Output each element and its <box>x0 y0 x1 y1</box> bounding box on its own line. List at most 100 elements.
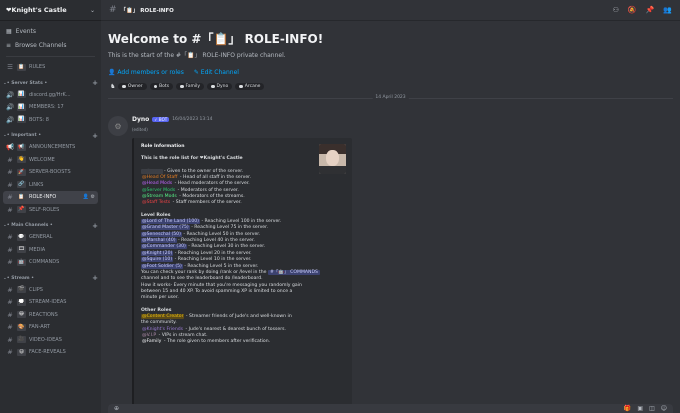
hash-icon: # <box>7 193 13 202</box>
channel-name: SELF-ROLES <box>29 206 60 213</box>
emoji-icon[interactable]: ☺ <box>661 405 667 412</box>
role-mention[interactable]: @Head Mods <box>141 181 173 186</box>
channel-1-3[interactable]: # 🔗 LINKS <box>0 179 101 192</box>
channel-top-0[interactable]: ☰ 📋 RULES <box>0 61 101 74</box>
add-channel-icon[interactable]: + <box>92 222 98 230</box>
gift-icon[interactable]: 🎁 <box>624 405 631 412</box>
edit-channel-button[interactable]: ✎ Edit Channel <box>194 69 239 76</box>
role-mention[interactable]: @Content Creator <box>141 313 185 319</box>
channel-3-1[interactable]: # 💭 STREAM-IDEAS <box>0 296 101 309</box>
channel-3-5[interactable]: # 😃 FACE-REVEALS <box>0 346 101 359</box>
role-mention[interactable]: @Foot Soldier (5) <box>141 263 183 269</box>
channel-1-2[interactable]: # 🚀 SERVER-BOOSTS <box>0 166 101 179</box>
role-description: - Jude's nearest & dearest bunch of toss… <box>184 326 286 332</box>
add-members-button[interactable]: 👤 Add members or roles <box>108 69 184 76</box>
channel-emoji-icon: 📋 <box>17 193 26 201</box>
channel-0-0[interactable]: 🔊 📊 discord.gg/HrK... <box>0 89 101 102</box>
channel-emoji-icon: 📋 <box>17 63 26 71</box>
member-list-icon[interactable]: 👥 <box>663 6 672 14</box>
channel-2-0[interactable]: # 💬 GENERAL <box>0 231 101 244</box>
channel-1-4[interactable]: # 📋 ROLE-INFO 👤 ⚙ <box>3 191 98 204</box>
message-composer[interactable]: ⊕ 🎁 ▣ ◫ ☺ <box>108 404 673 413</box>
gear-icon[interactable]: ⚙ <box>91 194 95 200</box>
channel-3-2[interactable]: # 😂 REACTIONS <box>0 309 101 322</box>
role-mention[interactable]: @Seneschal (50) <box>141 231 182 237</box>
server-name: ❤Knight's Castle <box>6 6 67 14</box>
channel-emoji-icon: 🚀 <box>17 168 26 176</box>
channel-3-0[interactable]: # 🎬 CLIPS <box>0 284 101 297</box>
gif-icon[interactable]: ▣ <box>637 405 643 412</box>
message-header: Dyno ✓ BOT 16/04/2023 13:14 <box>132 116 213 123</box>
role-mention[interactable]: @Knight (20) <box>141 250 174 256</box>
channel-0-2[interactable]: 🔊 📊 BOTS: 8 <box>0 114 101 127</box>
pin-icon[interactable]: 📌 <box>646 6 655 14</box>
role-pill[interactable]: Bots <box>149 83 174 90</box>
channel-1-0[interactable]: 📢 📢 ANNOUNCEMENTS <box>0 141 101 154</box>
add-member-icon[interactable]: 👤 <box>83 194 89 200</box>
category-header[interactable]: ⌄ • Important • + <box>0 130 101 141</box>
add-channel-icon[interactable]: + <box>92 79 98 87</box>
channel-1-5[interactable]: # 📌 SELF-ROLES <box>0 204 101 217</box>
role-mention[interactable]: @Head Of Staff <box>141 175 178 180</box>
category-header[interactable]: ⌄ • Main Channels • + <box>0 220 101 231</box>
channel-2-2[interactable]: # 🤖 COMMANDS <box>0 256 101 269</box>
channel-2-1[interactable]: # 🎞 MEDIA <box>0 244 101 257</box>
role-pill[interactable]: Owner <box>118 83 147 90</box>
role-mention[interactable]: @V.I.P <box>141 333 157 338</box>
hash-icon: # <box>7 310 13 319</box>
chat-area: # 「📋」 ROLE-INFO ⚇ 🔕 📌 👥 Welcome to #「📋」 … <box>101 0 680 413</box>
role-pill[interactable]: Arcane <box>235 83 265 90</box>
category-header[interactable]: ⌄ • Stream • + <box>0 273 101 284</box>
channel-list: ☰ 📋 RULES ⌄ • Server Stats • + 🔊 📊 discord.gg/H… <box>0 61 101 359</box>
channel-3-4[interactable]: # 🎥 VIDEO-IDEAS <box>0 334 101 347</box>
role-description: - Streamer friends of Jude's and well-kn… <box>184 313 292 319</box>
channel-emoji-icon: 📊 <box>17 103 26 111</box>
avatar[interactable]: ⚙ <box>108 116 128 136</box>
role-description: - Reaching Level 30 in the server. <box>186 244 266 250</box>
add-attachment-icon[interactable]: ⊕ <box>114 405 119 412</box>
commands-channel-mention[interactable]: #「🤖」 COMMANDS <box>267 269 320 275</box>
role-description: - Head moderators of the server. <box>173 181 250 187</box>
role-pill[interactable]: Dyno <box>207 83 233 90</box>
role-mention[interactable]: @Knight's Friends <box>141 327 184 332</box>
role-mention[interactable]: @Staff Tests <box>141 200 171 205</box>
channel-3-3[interactable]: # 🎨 FAN-ART <box>0 321 101 334</box>
role-mention[interactable]: @Stream Mods <box>141 194 178 199</box>
threads-icon[interactable]: ⚇ <box>613 6 619 14</box>
events-link[interactable]: ▦ Events <box>0 24 101 38</box>
header-toolbar: ⚇ 🔕 📌 👥 <box>613 6 672 14</box>
channel-name: RULES <box>29 64 46 71</box>
role-mention[interactable]: @Marshal (40) <box>141 238 177 244</box>
author-name[interactable]: Dyno <box>132 116 149 123</box>
channel-name: REACTIONS <box>29 311 58 318</box>
role-mention[interactable]: @Family <box>141 339 162 344</box>
role-mention[interactable]: @Server Mods <box>141 188 176 193</box>
events-label: Events <box>15 27 36 35</box>
server-header[interactable]: ❤Knight's Castle ⌄ <box>0 0 101 21</box>
category-header[interactable]: ⌄ • Server Stats • + <box>0 78 101 89</box>
channel-name: CLIPS <box>29 286 43 293</box>
speaker-icon: 🔊 <box>6 90 15 99</box>
role-pill[interactable]: Family <box>176 83 205 90</box>
browse-channels-link[interactable]: ≡ Browse Channels <box>0 38 101 52</box>
role-mention[interactable]: @Squire (10) <box>141 257 174 263</box>
date-divider: 14 April 2023 <box>108 95 673 100</box>
speaker-icon: 🔊 <box>6 115 15 124</box>
channel-emoji-icon: 💭 <box>17 298 26 306</box>
embed-thumbnail[interactable] <box>319 144 346 174</box>
role-description: - Given to the owner of the server. <box>162 168 244 174</box>
channel-0-1[interactable]: 🔊 📊 MEMBERS: 17 <box>0 101 101 114</box>
role-mention[interactable]: @Lord of The Land (100) <box>141 219 200 225</box>
person-add-icon: 👤 <box>108 69 118 76</box>
role-mention[interactable]: @Grand Master (75) <box>141 225 190 231</box>
hash-icon: # <box>7 285 13 294</box>
add-channel-icon[interactable]: + <box>92 274 98 282</box>
channel-1-1[interactable]: # 👋 WELCOME <box>0 154 101 167</box>
sticker-icon[interactable]: ◫ <box>649 405 655 412</box>
add-channel-icon[interactable]: + <box>92 132 98 140</box>
role-mention[interactable]: @Commander (30) <box>141 244 187 250</box>
channel-type-icon: ☰ <box>7 63 13 72</box>
role-color-dot <box>122 84 126 89</box>
notification-bell-icon[interactable]: 🔕 <box>628 6 637 14</box>
role-mention[interactable]: @Owner <box>141 168 163 174</box>
